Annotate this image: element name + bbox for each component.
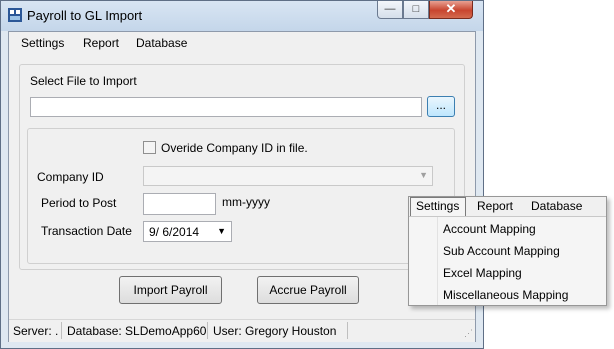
menu-bar: Settings Report Database [9, 32, 475, 54]
popup-menu-report[interactable]: Report [477, 199, 513, 213]
maximize-button[interactable]: □ [403, 1, 429, 19]
period-hint: mm-yyyy [222, 195, 270, 209]
override-company-label: Overide Company ID in file. [161, 141, 308, 155]
menu-gutter [437, 217, 438, 305]
status-separator [61, 322, 62, 339]
accrue-payroll-button[interactable]: Accrue Payroll [257, 276, 359, 304]
import-panel: Select File to Import ... Overide Compan… [19, 64, 465, 270]
company-id-select[interactable]: ▼ [143, 166, 433, 186]
status-server: Server: . [13, 324, 59, 338]
window-title: Payroll to GL Import [27, 8, 143, 23]
status-separator [207, 322, 208, 339]
menu-settings[interactable]: Settings [21, 36, 64, 50]
menu-item-miscellaneous-mapping[interactable]: Miscellaneous Mapping [443, 288, 568, 302]
chevron-down-icon[interactable]: ▼ [217, 226, 226, 236]
app-icon [8, 8, 22, 22]
import-payroll-button[interactable]: Import Payroll [119, 276, 222, 304]
menu-database[interactable]: Database [136, 36, 187, 50]
title-bar[interactable]: Payroll to GL Import — □ ✕ [1, 1, 483, 31]
company-id-label: Company ID [37, 170, 104, 184]
period-label: Period to Post [41, 196, 117, 210]
settings-dropdown-menu: Settings Report Database Account Mapping… [408, 196, 607, 306]
file-path-input[interactable] [30, 97, 422, 117]
resize-grip-icon[interactable]: ⋰ [464, 328, 473, 339]
transaction-date-picker[interactable]: 9/ 6/2014 ▼ [143, 221, 232, 242]
menu-item-sub-account-mapping[interactable]: Sub Account Mapping [443, 244, 560, 258]
select-file-label: Select File to Import [30, 74, 137, 88]
close-button[interactable]: ✕ [429, 1, 473, 19]
popup-menu-database[interactable]: Database [531, 199, 582, 213]
menu-report[interactable]: Report [83, 36, 119, 50]
status-bar: Server: . Database: SLDemoApp60 User: Gr… [9, 319, 475, 342]
browse-button[interactable]: ... [427, 96, 455, 117]
chevron-down-icon: ▼ [419, 170, 428, 180]
popup-menu-bar: Settings Report Database [409, 197, 606, 217]
client-area: Settings Report Database Select File to … [8, 31, 476, 342]
status-database: Database: SLDemoApp60 [67, 324, 207, 338]
transaction-date-value: 9/ 6/2014 [149, 225, 200, 239]
period-input[interactable] [143, 193, 216, 215]
menu-item-excel-mapping[interactable]: Excel Mapping [443, 266, 522, 280]
override-company-checkbox[interactable] [143, 141, 156, 154]
status-user: User: Gregory Houston [213, 324, 337, 338]
company-options-group: Overide Company ID in file. Company ID ▼… [27, 128, 455, 264]
popup-menu-settings[interactable]: Settings [416, 199, 459, 213]
status-separator [347, 322, 348, 339]
menu-item-account-mapping[interactable]: Account Mapping [443, 222, 536, 236]
transaction-date-label: Transaction Date [41, 224, 132, 238]
ellipsis-icon: ... [435, 98, 446, 112]
minimize-button[interactable]: — [377, 1, 403, 19]
